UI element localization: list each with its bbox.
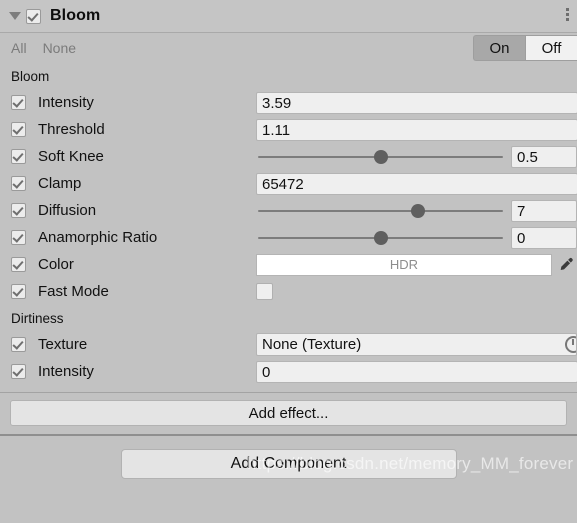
- value-toggle-checkbox[interactable]: [256, 283, 273, 300]
- kebab-menu-icon[interactable]: [566, 8, 569, 21]
- color-swatch[interactable]: HDR: [256, 253, 552, 276]
- value-slider[interactable]: [256, 200, 505, 222]
- property-value-area: 1.11: [256, 116, 577, 143]
- property-label: Anamorphic Ratio: [38, 229, 158, 246]
- property-row: Anamorphic Ratio 0: [0, 224, 577, 251]
- value-input[interactable]: 7: [511, 199, 577, 222]
- property-override-checkbox[interactable]: [11, 230, 26, 245]
- property-label: Color: [38, 256, 74, 273]
- property-label: Clamp: [38, 175, 82, 192]
- property-row: Clamp 65472: [0, 170, 577, 197]
- value-input[interactable]: 3.59: [256, 91, 577, 114]
- property-override-checkbox[interactable]: [11, 176, 26, 191]
- property-row: Color HDR: [0, 251, 577, 278]
- bloom-inspector-panel: Bloom All None On Off Bloom Intensity 3.59…: [0, 0, 577, 523]
- property-label: Threshold: [38, 121, 105, 138]
- property-label: Intensity: [38, 94, 94, 111]
- property-label: Texture: [38, 336, 88, 353]
- property-value-area: None (Texture): [256, 331, 577, 358]
- value-input[interactable]: 0: [511, 226, 577, 249]
- toggle-on-button[interactable]: On: [473, 35, 525, 61]
- property-value-area: 0: [256, 224, 577, 251]
- triangle-down-icon: [9, 12, 21, 20]
- toggle-off-button[interactable]: Off: [525, 35, 577, 61]
- property-sections: Bloom Intensity 3.59 Threshold 1.11 Soft Knee…: [0, 63, 577, 385]
- hdr-label: HDR: [389, 257, 419, 272]
- property-override-checkbox[interactable]: [11, 122, 26, 137]
- property-label: Diffusion: [38, 202, 97, 219]
- property-value-area: 0: [256, 358, 577, 385]
- selection-toolbar: All None On Off: [0, 33, 577, 63]
- property-override-checkbox[interactable]: [11, 364, 26, 379]
- value-input[interactable]: 0: [256, 360, 577, 383]
- value-input[interactable]: 1.11: [256, 118, 577, 141]
- slider-knob[interactable]: [373, 230, 388, 245]
- property-row: Texture None (Texture): [0, 331, 577, 358]
- section-label: Dirtiness: [11, 311, 64, 326]
- property-row: Soft Knee 0.5: [0, 143, 577, 170]
- select-none-link[interactable]: None: [43, 40, 76, 56]
- slider-track: [258, 209, 503, 212]
- add-effect-button[interactable]: Add effect...: [10, 400, 567, 426]
- slider-knob[interactable]: [410, 203, 425, 218]
- add-component-row: Add Component: [0, 449, 577, 479]
- slider-knob[interactable]: [373, 149, 388, 164]
- property-override-checkbox[interactable]: [11, 203, 26, 218]
- property-value-area: [256, 278, 577, 305]
- property-override-checkbox[interactable]: [11, 284, 26, 299]
- bottom-area: Add Component https://blog.csdn.net/memo…: [0, 436, 577, 523]
- property-value-area: HDR: [256, 251, 577, 278]
- page-title: Bloom: [50, 7, 101, 24]
- value-slider[interactable]: [256, 227, 505, 249]
- add-effect-row: Add effect...: [0, 393, 577, 434]
- property-row: Diffusion 7: [0, 197, 577, 224]
- property-label: Fast Mode: [38, 283, 109, 300]
- add-component-button[interactable]: Add Component: [120, 449, 457, 479]
- value-input[interactable]: 65472: [256, 172, 577, 195]
- property-override-checkbox[interactable]: [11, 95, 26, 110]
- property-value-area: 65472: [256, 170, 577, 197]
- bloom-enabled-checkbox[interactable]: [26, 8, 41, 24]
- property-label: Soft Knee: [38, 148, 104, 165]
- section-label: Bloom: [11, 69, 50, 84]
- value-slider[interactable]: [256, 146, 505, 168]
- select-all-link[interactable]: All: [11, 40, 27, 56]
- property-override-checkbox[interactable]: [11, 257, 26, 272]
- object-picker-icon[interactable]: [565, 336, 576, 353]
- property-row: Threshold 1.11: [0, 116, 577, 143]
- property-row: Intensity 0: [0, 358, 577, 385]
- object-field[interactable]: None (Texture): [256, 333, 577, 356]
- foldout-toggle[interactable]: [4, 12, 26, 20]
- property-override-checkbox[interactable]: [11, 337, 26, 352]
- property-value-area: 0.5: [256, 143, 577, 170]
- property-row: Intensity 3.59: [0, 89, 577, 116]
- property-label: Intensity: [38, 363, 94, 380]
- component-header[interactable]: Bloom: [0, 0, 577, 33]
- object-field-value: None (Texture): [262, 336, 362, 353]
- on-off-toggle-group[interactable]: On Off: [473, 35, 577, 61]
- property-row: Fast Mode: [0, 278, 577, 305]
- property-value-area: 3.59: [256, 89, 577, 116]
- eyedropper-icon[interactable]: [555, 254, 577, 276]
- value-input[interactable]: 0.5: [511, 145, 577, 168]
- property-override-checkbox[interactable]: [11, 149, 26, 164]
- property-value-area: 7: [256, 197, 577, 224]
